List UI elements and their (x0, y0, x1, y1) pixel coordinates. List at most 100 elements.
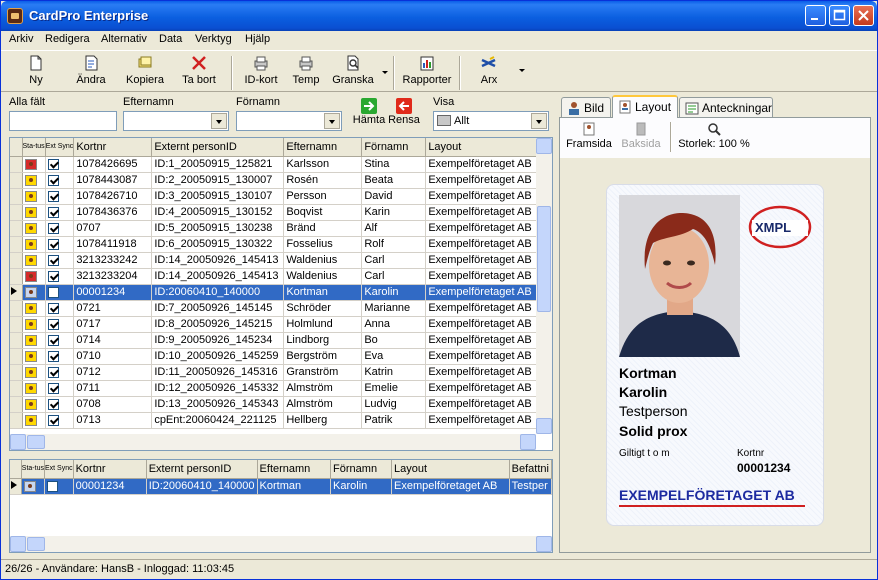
column-header-status[interactable]: Sta-tus (21, 460, 45, 479)
ext-sync-cell[interactable] (45, 380, 75, 397)
table-row[interactable]: 1078443087 ID:2_20050915_130007 Rosén Beata… (10, 172, 543, 189)
ext-sync-cell[interactable] (45, 252, 75, 269)
ext-sync-checkbox[interactable] (47, 350, 59, 362)
ext-sync-checkbox[interactable] (47, 334, 59, 346)
table-row[interactable]: 0714 ID:9_20050926_145234 Lindborg Bo Exempe… (10, 332, 543, 349)
menu-arkiv[interactable]: Arkiv (9, 33, 33, 45)
tab-layout[interactable]: Layout (612, 95, 678, 118)
minimize-button[interactable] (805, 5, 826, 26)
ext-sync-cell[interactable] (45, 348, 75, 365)
column-header-external-id[interactable]: Externt personID (146, 460, 258, 479)
column-header-status[interactable]: Sta-tus (22, 138, 46, 157)
table-row[interactable]: 0711 ID:12_20050926_145332 Almström Emelie E… (10, 380, 543, 397)
delete-button[interactable]: Ta bort (181, 54, 217, 86)
ext-sync-checkbox[interactable] (47, 206, 59, 218)
ext-sync-checkbox[interactable] (47, 222, 59, 234)
table-row[interactable]: 0721 ID:7_20050926_145145 Schröder Marianne… (10, 300, 543, 317)
table-row[interactable]: 00001234 ID:20060410_140000 Kortman Karolin… (10, 284, 543, 301)
ext-sync-checkbox[interactable] (47, 270, 59, 282)
grid-horizontal-scrollbar[interactable] (10, 434, 536, 450)
ext-sync-checkbox[interactable] (47, 366, 59, 378)
table-row[interactable]: 0710 ID:10_20050926_145259 Bergström Eva Exe… (10, 348, 543, 365)
scroll-left-arrow-icon[interactable] (10, 536, 26, 552)
scroll-up-arrow-icon[interactable] (536, 138, 552, 154)
ext-sync-checkbox[interactable] (46, 480, 58, 492)
ext-sync-cell[interactable] (45, 268, 75, 285)
table-row[interactable]: 1078411918 ID:6_20050915_130322 Fosselius R… (10, 236, 543, 253)
reports-button[interactable]: Rapporter (401, 54, 453, 86)
column-header-kortnr[interactable]: Kortnr (73, 138, 153, 157)
ext-sync-cell[interactable] (45, 220, 75, 237)
scroll-thumb[interactable] (537, 206, 551, 312)
preview-button[interactable]: Granska (331, 54, 375, 86)
new-button[interactable]: Ny (25, 54, 47, 86)
ext-sync-checkbox[interactable] (47, 318, 59, 330)
ext-sync-cell[interactable] (45, 156, 75, 173)
ext-sync-cell[interactable] (45, 300, 75, 317)
column-header-kortnr[interactable]: Kortnr (73, 460, 147, 479)
column-header-layout[interactable]: Layout (391, 460, 510, 479)
grid-vertical-scrollbar[interactable] (536, 138, 552, 434)
fetch-button[interactable]: Hämta (351, 98, 387, 126)
column-header-layout[interactable]: Layout (425, 138, 543, 157)
table-row[interactable]: 3213233242 ID:14_20050926_145413 Waldenius… (10, 252, 543, 269)
ext-sync-checkbox[interactable] (47, 238, 59, 250)
table-row[interactable]: 1078426695 ID:1_20050915_125821 Karlsson St… (10, 156, 543, 173)
edit-button[interactable]: Ändra (75, 54, 107, 86)
arx-button[interactable]: Arx (475, 54, 503, 86)
clear-button[interactable]: Rensa (387, 98, 421, 126)
ext-sync-cell[interactable] (45, 412, 75, 429)
scroll-thumb[interactable] (27, 537, 45, 551)
ext-sync-checkbox[interactable] (47, 414, 59, 426)
ext-sync-cell[interactable] (45, 396, 75, 413)
table-row[interactable]: 0707 ID:5_20050915_130238 Bränd Alf Exempelf… (10, 220, 543, 237)
lastname-filter-combo[interactable] (123, 111, 229, 131)
table-row[interactable]: 0717 ID:8_20050926_145215 Holmlund Anna Exem… (10, 316, 543, 333)
ext-sync-checkbox[interactable] (47, 158, 59, 170)
back-side-button[interactable]: Baksida (620, 122, 662, 150)
table-row[interactable]: 0708 ID:13_20050926_145343 Almström Ludvig E… (10, 396, 543, 413)
maximize-button[interactable] (829, 5, 850, 26)
close-button[interactable] (853, 5, 874, 26)
card-grid-horizontal-scrollbar[interactable] (10, 536, 552, 552)
ext-sync-cell[interactable] (45, 316, 75, 333)
tab-bild[interactable]: Bild (561, 97, 611, 117)
show-filter-combo[interactable]: Allt (433, 111, 549, 131)
chevron-down-icon[interactable] (324, 113, 340, 129)
all-fields-input[interactable] (9, 111, 117, 131)
chevron-down-icon[interactable] (211, 113, 227, 129)
ext-sync-checkbox[interactable] (47, 190, 59, 202)
scroll-left-arrow-icon[interactable] (10, 434, 26, 450)
chevron-down-icon[interactable] (531, 113, 547, 129)
zoom-button[interactable]: Storlek: 100 % (678, 122, 750, 150)
ext-sync-checkbox[interactable] (47, 254, 59, 266)
arx-dropdown-arrow-icon[interactable] (519, 69, 525, 72)
menu-verktyg[interactable]: Verktyg (195, 33, 232, 45)
ext-sync-checkbox[interactable] (47, 302, 59, 314)
menu-hjalp[interactable]: Hjälp (245, 33, 270, 45)
column-header-ext-sync[interactable]: Ext Sync (45, 138, 75, 157)
column-header-lastname[interactable]: Efternamn (257, 460, 332, 479)
firstname-filter-combo[interactable] (236, 111, 342, 131)
column-header-ext-sync[interactable]: Ext Sync (44, 460, 74, 479)
column-header-external-id[interactable]: Externt personID (151, 138, 285, 157)
temp-button[interactable]: Temp (291, 54, 321, 86)
title-bar[interactable]: CardPro Enterprise (1, 1, 877, 31)
scroll-thumb[interactable] (27, 435, 45, 449)
menu-alternativ[interactable]: Alternativ (101, 33, 147, 45)
ext-sync-checkbox[interactable] (47, 398, 59, 410)
menu-redigera[interactable]: Redigera (45, 33, 90, 45)
ext-sync-cell[interactable] (45, 188, 75, 205)
front-side-button[interactable]: Framsida (566, 122, 612, 150)
scroll-right-arrow-icon[interactable] (536, 536, 552, 552)
menu-data[interactable]: Data (159, 33, 182, 45)
ext-sync-cell[interactable] (45, 172, 75, 189)
column-header-title[interactable]: Befattni (509, 460, 552, 479)
ext-sync-cell[interactable] (45, 236, 75, 253)
ext-sync-checkbox[interactable] (47, 174, 59, 186)
ext-sync-cell[interactable] (45, 364, 75, 381)
preview-dropdown-arrow-icon[interactable] (382, 71, 388, 74)
column-header-firstname[interactable]: Förnamn (330, 460, 393, 479)
table-row[interactable]: 0713 cpEnt:20060424_221125 Hellberg Patrik E… (10, 412, 543, 429)
ext-sync-checkbox[interactable] (47, 286, 59, 298)
